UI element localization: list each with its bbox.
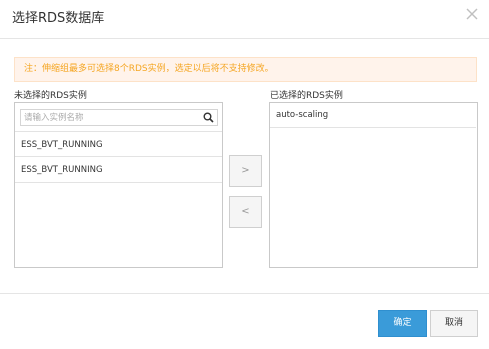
- list-item[interactable]: ESS_BVT_RUNNING: [15, 157, 222, 183]
- list-item[interactable]: auto-scaling: [270, 103, 476, 128]
- move-right-button[interactable]: >: [229, 155, 262, 187]
- dialog-title: 选择RDS数据库: [12, 11, 105, 26]
- selected-list: auto-scaling: [269, 102, 478, 268]
- close-icon[interactable]: [465, 7, 479, 21]
- select-rds-dialog: 选择RDS数据库 注：伸缩组最多可选择8个RDS实例，选定以后将不支持修改。 未…: [0, 0, 489, 349]
- footer-divider: [0, 293, 489, 294]
- available-list: ESS_BVT_RUNNING ESS_BVT_RUNNING: [14, 102, 223, 268]
- confirm-button[interactable]: 确定: [378, 310, 427, 337]
- selected-list-label: 已选择的RDS实例: [270, 91, 343, 101]
- notice-banner: 注：伸缩组最多可选择8个RDS实例，选定以后将不支持修改。: [14, 57, 477, 82]
- dialog-header: 选择RDS数据库: [0, 0, 489, 39]
- search-icon[interactable]: [203, 112, 214, 123]
- cancel-button[interactable]: 取消: [430, 310, 478, 337]
- list-item[interactable]: ESS_BVT_RUNNING: [15, 131, 222, 157]
- move-left-button[interactable]: <: [229, 196, 262, 228]
- search-box: [20, 109, 218, 126]
- search-input[interactable]: [21, 110, 202, 125]
- available-list-label: 未选择的RDS实例: [14, 91, 87, 101]
